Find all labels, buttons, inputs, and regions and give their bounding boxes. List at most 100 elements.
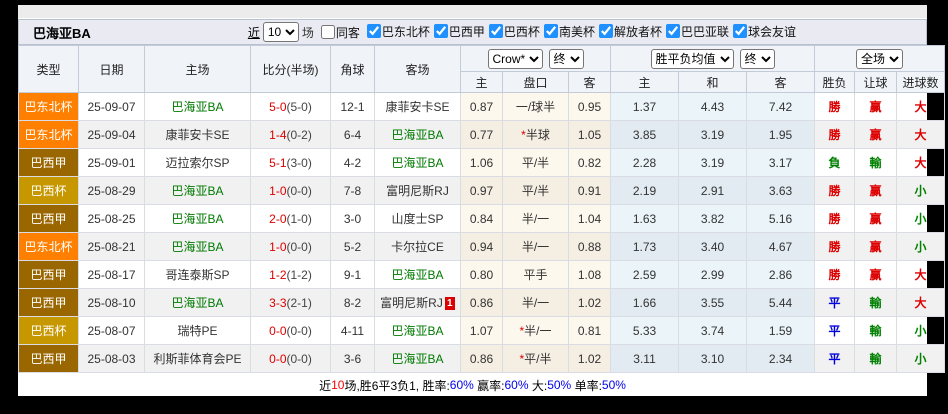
match-row[interactable]: 巴东北杯 25-09-04 康菲安卡SE 1-4(0-2) 6-4 巴海亚BA … [19,121,945,149]
col-header-score: 比分(半场) [251,46,331,93]
col-header-ah-home: 主 [461,72,503,93]
away-cell: 巴海亚BA [375,149,461,177]
ah-home-odds-cell: 0.94 [461,233,503,261]
away-cell: 巴海亚BA [375,317,461,345]
home-cell: 迈拉索尔SP [145,149,251,177]
league-cell: 巴东北杯 [19,121,79,149]
full-score: 1-2 [269,268,286,282]
footer-recent-count: 10 [331,378,344,392]
league-label: 巴西甲 [449,23,485,40]
away-team: 巴海亚BA [391,324,443,338]
league-checkbox[interactable] [666,24,680,38]
home-cell: 巴海亚BA [145,93,251,121]
away-team: 富明尼斯RJ [386,184,449,198]
avg-away-cell: 4.67 [747,233,815,261]
league-checkbox[interactable] [434,24,448,38]
league-cell: 巴东北杯 [19,233,79,261]
score-cell: 5-1(3-0) [251,149,331,177]
league-cell: 巴西杯 [19,177,79,205]
league-cell: 巴西甲 [19,289,79,317]
handicap-cell: 半/一 [503,289,569,317]
match-row[interactable]: 巴西甲 25-09-01 迈拉索尔SP 5-1(3-0) 4-2 巴海亚BA 1… [19,149,945,177]
away-cell: 富明尼斯RJ1 [375,289,461,317]
handicap-cell: *半/一 [503,317,569,345]
avg-type-select[interactable]: 胜平负均值 [651,49,734,69]
summary-footer: 近10场,胜6平3负1, 胜率:60% 赢率:60% 大:50% 单率:50% [18,373,927,397]
league-filter-option: 南美杯 [540,23,595,40]
footer-sep3: 单率: [571,377,602,394]
corner-cell: 4-11 [331,317,375,345]
match-row[interactable]: 巴西杯 25-08-07 瑞特PE 0-0(0-0) 4-11 巴海亚BA 1.… [19,317,945,345]
stats-panel: 巴海亚BA 近 10 场 同客 巴东北杯 巴西甲 巴西杯 南美杯 解放者杯 巴巴… [18,5,927,396]
col-header-away: 客场 [375,46,461,93]
league-checkbox[interactable] [733,24,747,38]
match-row[interactable]: 巴西甲 25-08-25 巴海亚BA 2-0(1-0) 3-0 山度士SP 0.… [19,205,945,233]
bookmaker-state-select[interactable]: 终 [549,49,584,69]
away-team: 巴海亚BA [391,128,443,142]
match-row[interactable]: 巴西杯 25-08-29 巴海亚BA 1-0(0-0) 7-8 富明尼斯RJ 0… [19,177,945,205]
home-cell: 哥连泰斯SP [145,261,251,289]
cover-cell: 赢 [855,205,897,233]
red-card-badge: 1 [445,297,455,310]
ah-home-odds-cell: 0.86 [461,289,503,317]
handicap-cell: 半/一 [503,233,569,261]
ah-home-odds-cell: 1.07 [461,317,503,345]
ah-away-odds-cell: 1.08 [569,261,611,289]
avg-draw-cell: 3.40 [679,233,747,261]
same-venue-option: 同客 [317,24,360,41]
league-cell: 巴西甲 [19,149,79,177]
match-row[interactable]: 巴东北杯 25-09-07 巴海亚BA 5-0(5-0) 12-1 康菲安卡SE… [19,93,945,121]
recent-link[interactable]: 近 [248,24,260,41]
col-header-corner: 角球 [331,46,375,93]
filter-controls: 近 10 场 同客 巴东北杯 巴西甲 巴西杯 南美杯 解放者杯 巴巴亚联 球会友… [248,22,796,42]
match-table: 类型 日期 主场 比分(半场) 角球 客场 Crow* 终 胜平负均值 终 [18,45,945,373]
match-row[interactable]: 巴西甲 25-08-17 哥连泰斯SP 1-2(1-2) 9-1 巴海亚BA 0… [19,261,945,289]
score-cell: 2-0(1-0) [251,205,331,233]
half-score: (2-1) [287,296,312,310]
cover-cell: 輸 [855,149,897,177]
league-checkbox[interactable] [489,24,503,38]
match-row[interactable]: 巴西甲 25-08-10 巴海亚BA 3-3(2-1) 8-2 富明尼斯RJ1 … [19,289,945,317]
league-checkbox[interactable] [367,24,381,38]
home-team: 哥连泰斯SP [165,268,229,282]
home-cell: 瑞特PE [145,317,251,345]
cover-cell: 赢 [855,177,897,205]
handicap-cell: 一/球半 [503,93,569,121]
avg-state-select[interactable]: 终 [740,49,775,69]
avg-away-cell: 2.34 [747,345,815,373]
footer-prefix: 近 [319,377,331,394]
handicap-value: 半/一 [522,240,549,254]
full-score: 0-0 [269,352,286,366]
date-cell: 25-09-04 [79,121,145,149]
recent-count-select[interactable]: 10 [263,22,299,42]
corner-cell: 6-4 [331,121,375,149]
scope-select[interactable]: 全场 [856,49,903,69]
col-header-date: 日期 [79,46,145,93]
league-checkbox[interactable] [599,24,613,38]
half-score: (1-0) [287,212,312,226]
handicap-value: 一/球半 [516,100,555,114]
half-score: (0-0) [287,184,312,198]
away-cell: 卡尔拉CE [375,233,461,261]
matches-label: 场 [302,24,314,41]
handicap-value: 平/半 [524,352,551,366]
away-cell: 巴海亚BA [375,261,461,289]
match-row[interactable]: 巴东北杯 25-08-21 巴海亚BA 1-0(0-0) 5-2 卡尔拉CE 0… [19,233,945,261]
match-row[interactable]: 巴西甲 25-08-03 利斯菲体育会PE 0-0(0-0) 3-6 巴海亚BA… [19,345,945,373]
same-venue-checkbox[interactable] [321,25,335,39]
league-label: 巴巴亚联 [681,23,729,40]
result-cell: 勝 [815,177,855,205]
home-team: 康菲安卡SE [165,128,229,142]
league-checkbox[interactable] [544,24,558,38]
away-team: 卡尔拉CE [391,240,444,254]
bookmaker-header-group: Crow* 终 [461,46,611,72]
handicap-value: 半/一 [522,296,549,310]
goals-cell: 小 [897,317,945,345]
bookmaker-select[interactable]: Crow* [488,49,543,69]
cover-cell: 赢 [855,121,897,149]
away-team: 巴海亚BA [391,352,443,366]
col-header-avg-draw: 和 [679,72,747,93]
home-cell: 利斯菲体育会PE [145,345,251,373]
ah-home-odds-cell: 1.06 [461,149,503,177]
avg-away-cell: 5.44 [747,289,815,317]
